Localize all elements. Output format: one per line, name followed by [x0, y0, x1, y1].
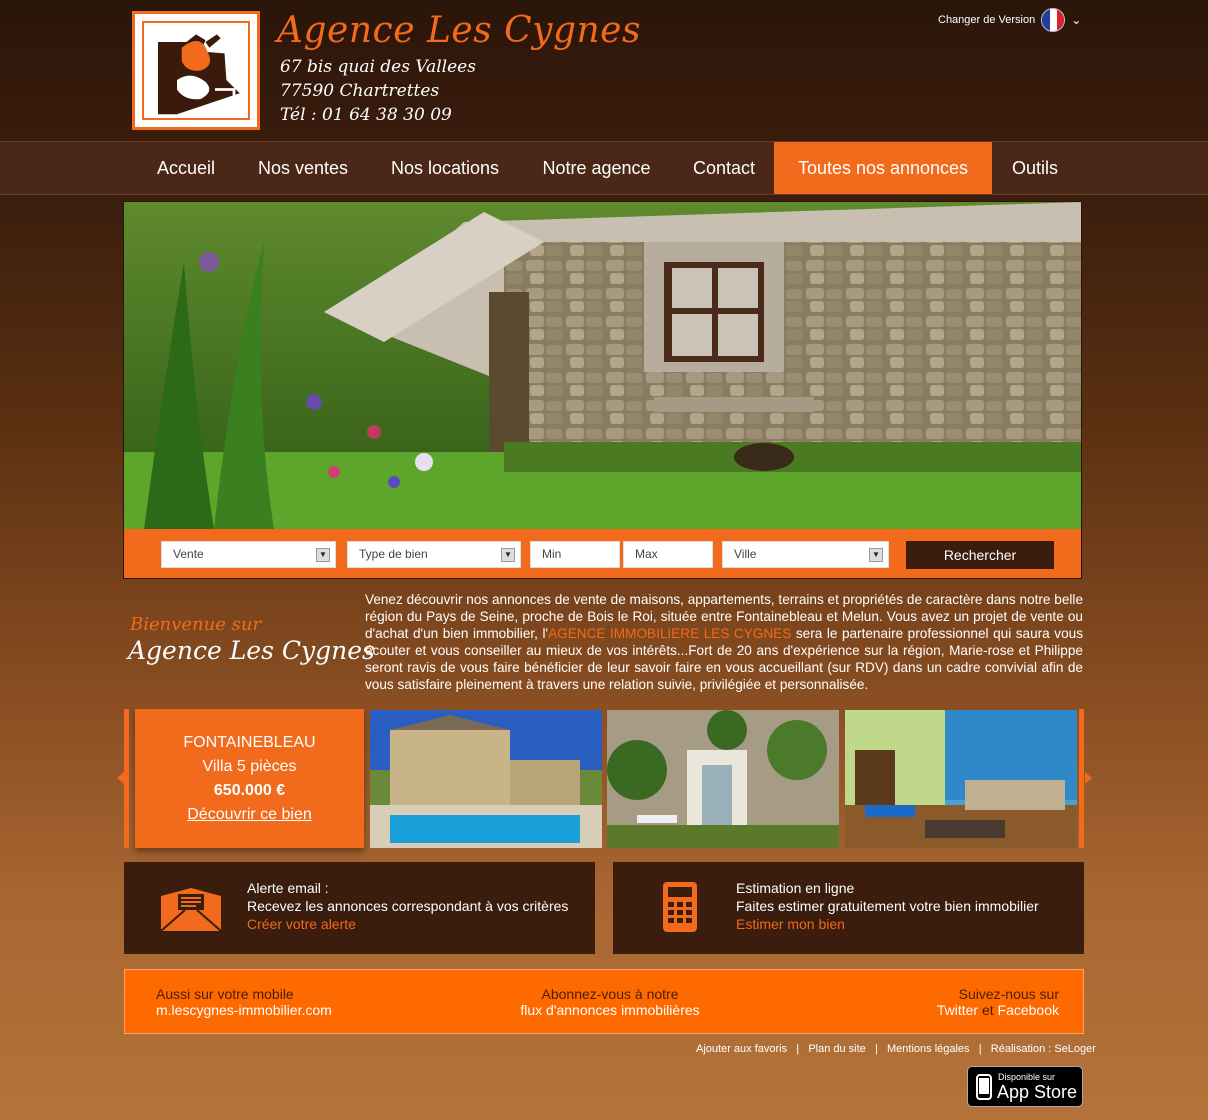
estimate-title: Estimation en ligne — [736, 880, 855, 896]
facebook-link[interactable]: Facebook — [998, 1002, 1059, 1018]
favorites-link[interactable]: Ajouter aux favoris — [696, 1043, 787, 1055]
footer-links: Ajouter aux favoris | Plan du site | Men… — [696, 1043, 1096, 1055]
max-price-input[interactable]: Max — [623, 541, 713, 568]
property-type-value: Type de bien — [359, 547, 428, 561]
listing-thumbnail[interactable] — [370, 710, 602, 848]
app-store-line1: Disponible sur — [998, 1072, 1056, 1082]
create-alert-link[interactable]: Créer votre alerte — [247, 916, 356, 932]
france-flag-icon — [1041, 8, 1066, 32]
welcome-title: Agence Les Cygnes — [128, 636, 375, 665]
listing-thumbnail[interactable] — [845, 710, 1077, 848]
calculator-icon — [663, 882, 697, 932]
feed-label: Abonnez-vous à notre — [541, 986, 679, 1002]
separator: | — [978, 1043, 982, 1055]
listing-thumbnail[interactable] — [607, 710, 839, 848]
separator: | — [796, 1043, 800, 1055]
app-store-badge[interactable]: Disponible sur App Store — [967, 1066, 1083, 1107]
nav-accueil[interactable]: Accueil — [136, 142, 236, 194]
social-links: Twitter et Facebook — [937, 1002, 1059, 1018]
nav-nos-locations[interactable]: Nos locations — [370, 142, 520, 194]
dropdown-arrow-icon: ▼ — [316, 548, 330, 562]
dropdown-arrow-icon: ▼ — [501, 548, 515, 562]
nav-outils[interactable]: Outils — [994, 142, 1076, 194]
mobile-site-link[interactable]: m.lescygnes-immobilier.com — [156, 1002, 332, 1018]
agency-logo[interactable] — [132, 11, 260, 130]
legal-link[interactable]: Mentions légales — [887, 1043, 970, 1055]
nav-contact[interactable]: Contact — [673, 142, 775, 194]
alert-text: Recevez les annonces correspondant à vos… — [247, 898, 569, 914]
agency-highlight-link[interactable]: AGENCE IMMOBILIERE LES CYGNES — [548, 626, 791, 641]
address-line2: 77590 Chartrettes — [280, 81, 440, 101]
app-store-line2: App Store — [997, 1082, 1078, 1102]
carousel-right-edge — [1079, 709, 1084, 848]
transaction-value: Vente — [173, 547, 204, 561]
carousel-left-edge — [124, 709, 129, 848]
welcome-subtitle: Bienvenue sur — [130, 614, 262, 635]
nav-notre-agence[interactable]: Notre agence — [524, 142, 669, 194]
main-nav: Accueil Nos ventes Nos locations Notre a… — [0, 141, 1208, 195]
version-label: Changer de Version — [938, 14, 1036, 26]
stone-house-photo — [124, 202, 1081, 529]
featured-city: FONTAINEBLEAU — [183, 734, 316, 751]
envelope-icon — [160, 888, 222, 932]
property-type-select[interactable]: Type de bien ▼ — [347, 541, 521, 568]
alert-title: Alerte email : — [247, 880, 329, 896]
address-line1: 67 bis quai des Vallees — [280, 57, 476, 77]
carousel-next-arrow-icon[interactable] — [1085, 772, 1092, 784]
sitemap-link[interactable]: Plan du site — [808, 1043, 865, 1055]
nav-nos-ventes[interactable]: Nos ventes — [240, 142, 366, 194]
featured-type: Villa 5 pièces — [202, 758, 297, 775]
dropdown-arrow-icon: ▼ — [869, 548, 883, 562]
estimate-box: Estimation en ligne Faites estimer gratu… — [613, 862, 1084, 954]
version-switcher[interactable]: Changer de Version ⌄ — [938, 8, 1081, 32]
manor-pool-photo — [370, 710, 602, 848]
follow-label: Suivez-nous sur — [958, 986, 1059, 1002]
min-price-placeholder: Min — [542, 547, 562, 561]
max-price-placeholder: Max — [635, 547, 658, 561]
garden-house-photo — [607, 710, 839, 848]
separator: | — [874, 1043, 878, 1055]
carousel-prev-arrow-icon[interactable] — [117, 772, 124, 784]
living-room-photo — [845, 710, 1077, 848]
email-alert-box: Alerte email : Recevez les annonces corr… — [124, 862, 595, 954]
search-bar: Vente ▼ Type de bien ▼ Min Max Ville ▼ R… — [124, 529, 1081, 578]
social-band: Aussi sur votre mobile m.lescygnes-immob… — [124, 969, 1084, 1034]
transaction-select[interactable]: Vente ▼ — [161, 541, 336, 568]
featured-price: 650.000 € — [213, 782, 286, 799]
hero-banner: Vente ▼ Type de bien ▼ Min Max Ville ▼ R… — [123, 201, 1082, 579]
credit-link[interactable]: Réalisation : SeLoger — [991, 1043, 1096, 1055]
rss-feed-link[interactable]: flux d'annonces immobilières — [460, 1002, 760, 1018]
twitter-link[interactable]: Twitter — [937, 1002, 978, 1018]
featured-listing[interactable]: FONTAINEBLEAU Villa 5 pièces 650.000 € D… — [135, 709, 364, 848]
city-value: Ville — [734, 547, 757, 561]
city-select[interactable]: Ville ▼ — [722, 541, 889, 568]
phone-icon — [976, 1074, 992, 1100]
search-button[interactable]: Rechercher — [906, 541, 1054, 569]
estimate-link[interactable]: Estimer mon bien — [736, 916, 845, 932]
estimate-text: Faites estimer gratuitement votre bien i… — [736, 898, 1039, 914]
phone-number: Tél : 01 64 38 30 09 — [280, 105, 452, 125]
featured-link[interactable]: Découvrir ce bien — [135, 806, 364, 824]
chevron-down-icon: ⌄ — [1071, 13, 1082, 27]
min-price-input[interactable]: Min — [530, 541, 620, 568]
and-label: et — [981, 1002, 994, 1018]
intro-text: Venez découvrir nos annonces de vente de… — [365, 592, 1083, 693]
swan-logo-icon — [142, 21, 250, 120]
mobile-label: Aussi sur votre mobile — [156, 986, 294, 1002]
nav-toutes-nos-annonces[interactable]: Toutes nos annonces — [774, 142, 992, 194]
agency-name: Agence Les Cygnes — [277, 10, 641, 51]
